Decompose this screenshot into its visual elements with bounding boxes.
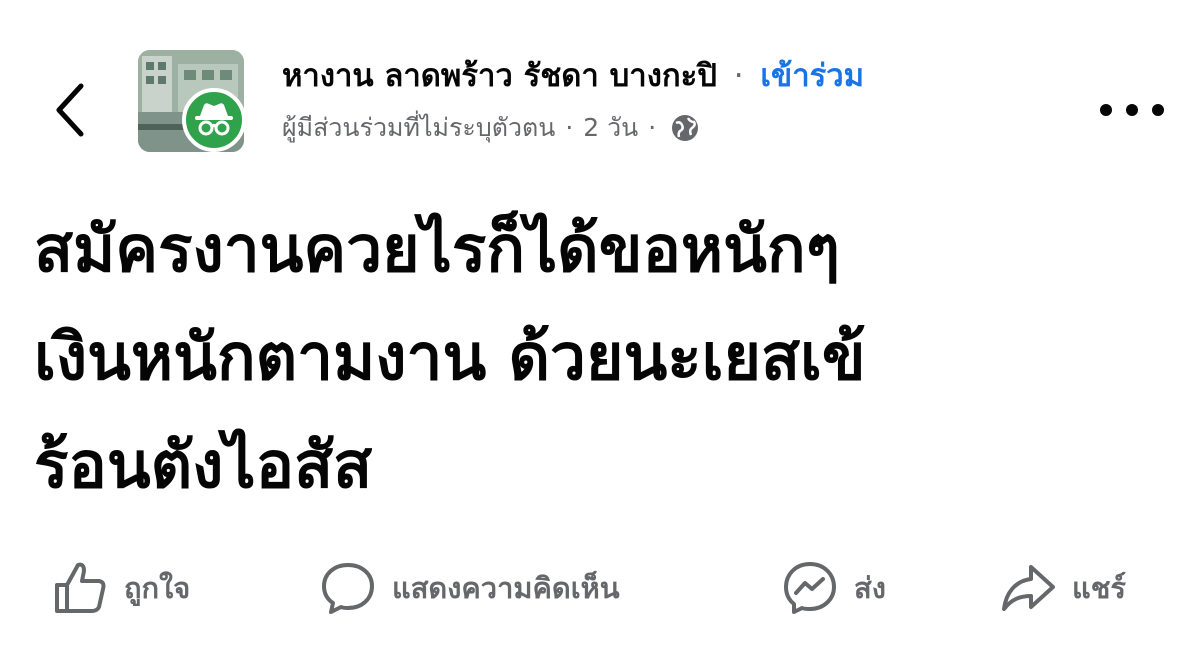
post-body: สมัครงานควยไรก็ได้ขอหนักๆ เงินหนักตามงาน… [34,196,1174,520]
post-meta: ผู้มีส่วนร่วมที่ไม่ระบุตัวตน · 2 วัน · [282,108,700,148]
join-group-link[interactable]: เข้าร่วม [760,58,864,94]
post-action-bar: ถูกใจ แสดงความคิดเห็น ส่ง แชร์ [0,552,1200,624]
author-label[interactable]: ผู้มีส่วนร่วมที่ไม่ระบุตัวตน [282,108,555,148]
comment-button[interactable]: แสดงความคิดเห็น [318,552,620,624]
more-dot [1126,104,1138,116]
chevron-left-icon [56,83,84,137]
more-dot [1152,104,1164,116]
globe-icon[interactable] [670,113,700,143]
meta-dot: · [648,113,657,142]
post-text-line: ร้อนตังไอสัส [34,429,373,503]
post-timestamp[interactable]: 2 วัน [583,108,638,148]
group-name-link[interactable]: หางาน ลาดพร้าว รัชดา บางกะปิ [282,58,717,94]
post-header-title: หางาน ลาดพร้าว รัชดา บางกะปิ · เข้าร่วม [282,54,864,98]
post-text-line: เงินหนักตามงาน ด้วยนะเยสเข้ [34,321,866,395]
like-label: ถูกใจ [124,571,191,605]
meta-dot: · [565,113,574,142]
send-label: ส่ง [854,571,886,605]
like-button[interactable]: ถูกใจ [50,552,190,624]
header-separator: · [733,58,744,94]
share-arrow-icon [998,558,1058,618]
more-dot [1100,104,1112,116]
thumbs-up-icon [50,558,110,618]
back-button[interactable] [44,78,96,142]
share-button[interactable]: แชร์ [998,552,1126,624]
post-card: หางาน ลาดพร้าว รัชดา บางกะปิ · เข้าร่วม … [0,0,1200,659]
post-text-line: สมัครงานควยไรก็ได้ขอหนักๆ [34,213,840,287]
comment-label: แสดงความคิดเห็น [392,571,620,605]
messenger-icon [780,558,840,618]
share-label: แชร์ [1072,571,1126,605]
comment-bubble-icon [318,558,378,618]
anonymous-badge [182,88,246,152]
send-button[interactable]: ส่ง [780,552,886,624]
more-options-button[interactable] [1094,92,1170,128]
incognito-icon [195,103,233,136]
